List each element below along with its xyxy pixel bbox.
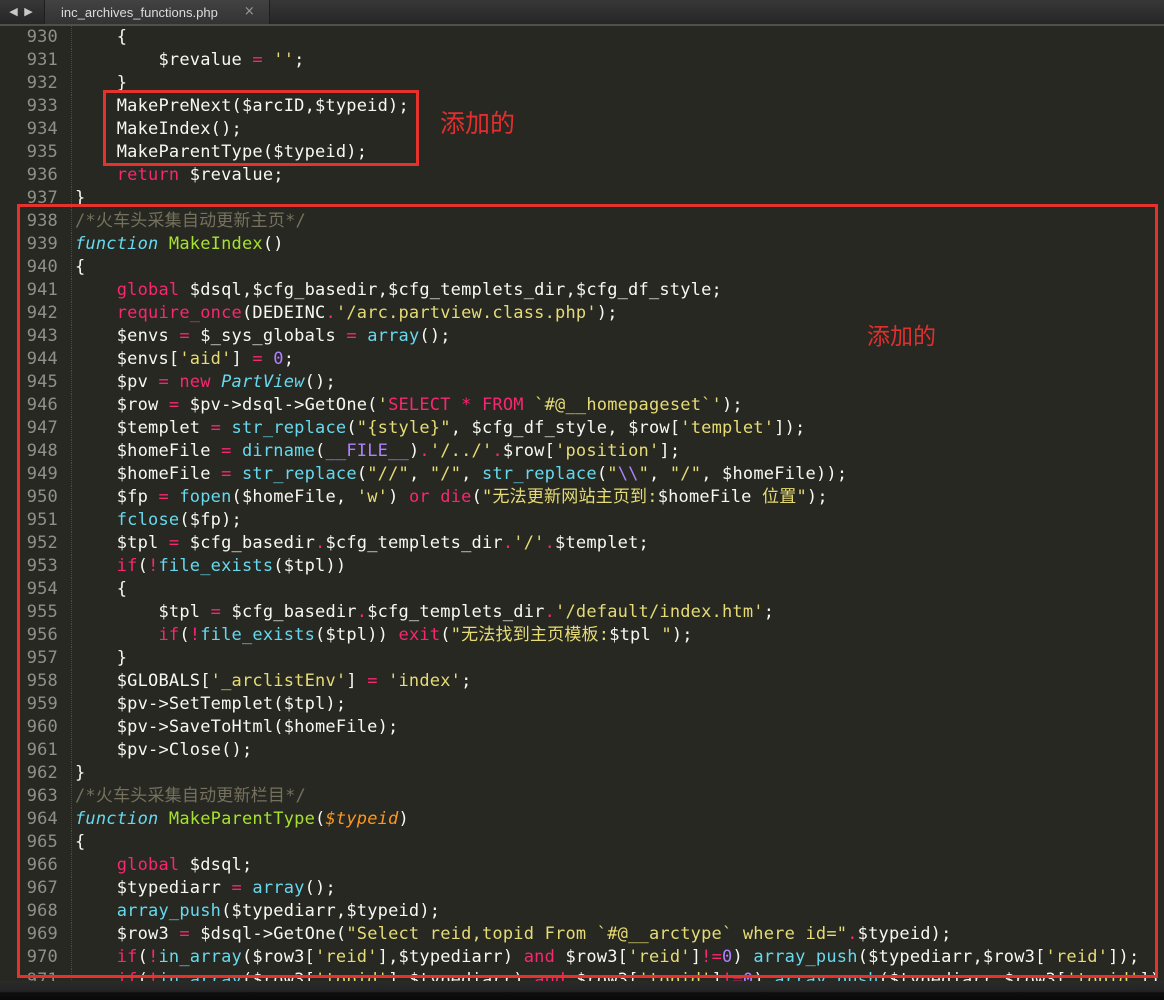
line-number: 936 — [0, 164, 58, 187]
code-text: $revalue = ''; — [71, 49, 305, 72]
tab-scroll-left-icon[interactable]: ◀ — [6, 0, 21, 24]
line-number: 930 — [0, 26, 58, 49]
line-number: 931 — [0, 49, 58, 72]
tab-close-icon[interactable]: × — [244, 0, 255, 24]
code-editor-window: ◀ ▶ inc_archives_functions.php × 930 {93… — [0, 0, 1164, 1000]
line-number: 934 — [0, 118, 58, 141]
tab-inc-archives-functions-php[interactable]: inc_archives_functions.php × — [44, 0, 270, 24]
code-text: return $revalue; — [71, 164, 284, 187]
annotation-label-added-2: 添加的 — [867, 317, 936, 351]
horizontal-scrollbar[interactable] — [0, 981, 1164, 1000]
annotation-box-added-functions — [17, 204, 1158, 978]
code-line: 931 $revalue = ''; — [0, 49, 1164, 72]
tab-bar: ◀ ▶ inc_archives_functions.php × — [0, 0, 1164, 26]
line-number: 932 — [0, 72, 58, 95]
annotation-label-added-1: 添加的 — [440, 104, 515, 140]
code-line: 936 return $revalue; — [0, 164, 1164, 187]
line-number: 935 — [0, 141, 58, 164]
tab-title: inc_archives_functions.php — [61, 5, 218, 20]
annotation-box-added-calls — [103, 90, 419, 166]
tab-scroll-right-icon[interactable]: ▶ — [21, 0, 36, 24]
code-text: { — [71, 26, 127, 49]
code-line: 930 { — [0, 26, 1164, 49]
line-number: 933 — [0, 95, 58, 118]
